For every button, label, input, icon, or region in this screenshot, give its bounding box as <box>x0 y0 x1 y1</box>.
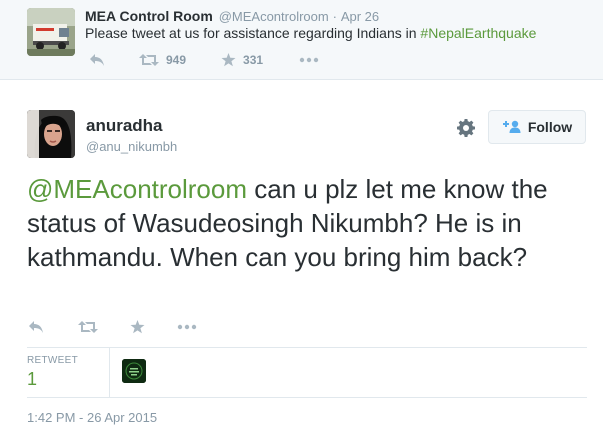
parent-retweet-count: 949 <box>166 53 187 67</box>
retweet-button[interactable] <box>78 320 98 334</box>
separator-dot: · <box>332 9 337 24</box>
parent-reply-button[interactable] <box>89 53 105 67</box>
reply-icon <box>29 321 43 333</box>
parent-tweet[interactable]: MEA Control Room @MEAcontrolroom · Apr 2… <box>0 0 603 80</box>
more-button[interactable] <box>177 324 197 330</box>
hashtag-link[interactable]: #NepalEarthquake <box>420 25 536 41</box>
tweet-timestamp[interactable]: 1:42 PM - 26 Apr 2015 <box>27 410 157 425</box>
parent-tweet-text: Please tweet at us for assistance regard… <box>85 25 536 41</box>
tweet-actions <box>28 320 197 334</box>
retweet-stat-label: RETWEET <box>27 355 78 366</box>
retweeter-avatar[interactable] <box>122 359 146 383</box>
retweeter-avatar-icon <box>122 359 146 383</box>
parent-avatar[interactable] <box>27 8 75 56</box>
follow-button-label: Follow <box>527 119 573 135</box>
parent-more-button[interactable] <box>299 57 319 63</box>
parent-tweet-time[interactable]: Apr 26 <box>341 9 379 24</box>
author-name[interactable]: anuradha <box>86 116 163 136</box>
author-avatar[interactable] <box>27 110 75 158</box>
retweet-icon <box>139 54 159 66</box>
parent-favorite-button[interactable]: 331 <box>221 53 263 67</box>
favorite-button[interactable] <box>130 320 145 334</box>
follow-person-plus-icon <box>502 120 522 134</box>
retweet-stat-count[interactable]: 1 <box>27 369 37 390</box>
ambulance-photo-icon <box>27 8 75 56</box>
parent-tweet-text-body: Please tweet at us for assistance regard… <box>85 25 421 41</box>
reply-button[interactable] <box>28 320 44 334</box>
tweet-text: @MEAcontrolroom can u plz let me know th… <box>27 172 587 274</box>
star-icon <box>130 320 145 334</box>
parent-author-name[interactable]: MEA Control Room <box>85 8 213 24</box>
author-screen-name[interactable]: @anu_nikumbh <box>86 139 177 154</box>
parent-author-screen-name[interactable]: @MEAcontrolroom <box>219 9 329 24</box>
profile-photo-icon <box>27 110 75 158</box>
parent-favorite-count: 331 <box>243 53 264 67</box>
retweet-icon <box>78 321 98 333</box>
parent-retweet-button[interactable]: 949 <box>139 53 186 67</box>
tweet-stats: RETWEET 1 <box>27 347 587 397</box>
star-icon <box>221 53 236 67</box>
more-icon <box>177 324 197 330</box>
gear-icon <box>457 119 475 137</box>
follow-button[interactable]: Follow <box>488 110 586 144</box>
more-icon <box>299 57 319 63</box>
reply-icon <box>90 54 104 66</box>
stat-divider <box>109 347 110 397</box>
mention-link[interactable]: @MEAcontrolroom <box>27 174 247 204</box>
parent-tweet-actions: 949 331 <box>85 52 319 68</box>
divider <box>27 397 587 398</box>
user-actions-button[interactable] <box>456 118 476 138</box>
